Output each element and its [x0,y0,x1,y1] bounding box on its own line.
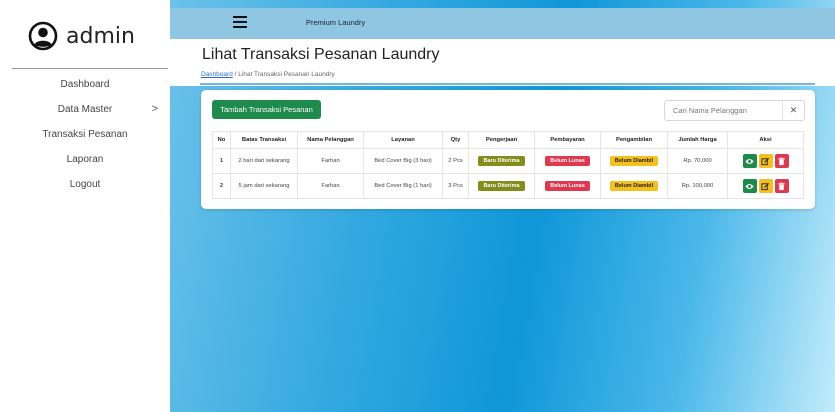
app-root: admin Dashboard Data Master > Transaksi … [0,0,835,412]
cell-pembayaran: Belum Lunas [534,148,601,174]
cell-harga: Rp. 100,000 [667,173,728,199]
sidebar-item-dashboard[interactable]: Dashboard [0,72,170,97]
sidebar-item-transaksi-pesanan[interactable]: Transaksi Pesanan [0,122,170,147]
sidebar-nav: Dashboard Data Master > Transaksi Pesana… [0,72,170,197]
edit-icon [761,182,770,190]
sidebar-item-logout[interactable]: Logout [0,172,170,197]
cell-nama: Farhan [297,148,364,174]
status-badge[interactable]: Belum Diambil [609,181,659,191]
transactions-card: Tambah Transaksi Pesanan ✕ No Batas Tran… [201,90,815,209]
cell-qty: 3 Pcs [442,173,469,199]
close-icon[interactable]: ✕ [782,101,804,120]
cell-qty: 2 Pcs [442,148,469,174]
table-row: 1 2 hari dari sekarang Farhan Bed Cover … [212,148,804,174]
sidebar-item-label: Transaksi Pesanan [42,129,128,140]
cell-aksi [727,148,804,174]
cell-layanan: Bed Cover Big (1 hari) [363,173,443,199]
breadcrumb: Dashboard / Lihat Transaksi Pesanan Laun… [201,71,335,78]
breadcrumb-current: Lihat Transaksi Pesanan Laundry [238,71,335,78]
sidebar-item-label: Logout [69,179,101,190]
status-badge[interactable]: Baru Diterima [478,156,525,166]
status-badge[interactable]: Belum Lunas [545,181,590,191]
table-header-row: No Batas Transaksi Nama Pelanggan Layana… [212,131,804,149]
brand: admin [28,20,135,52]
chevron-right-icon: > [151,103,158,115]
user-circle-icon [28,21,58,51]
cell-pengambilan: Belum Diambil [600,148,668,174]
cell-batas: 2 hari dari sekarang [230,148,298,174]
column-header: Pengerjaan [468,131,535,149]
hamburger-icon[interactable] [233,16,247,28]
add-transaction-button[interactable]: Tambah Transaksi Pesanan [212,100,321,119]
title-underline [200,83,815,85]
trash-icon [778,157,785,165]
status-badge[interactable]: Belum Diambil [609,156,659,166]
column-header: Batas Transaksi [230,131,298,149]
breadcrumb-separator: / [234,71,237,78]
cell-pengerjaan: Baru Diterima [468,173,535,199]
cell-batas: 5 jam dari sekarang [230,173,298,199]
app-name: Premium Laundry [306,18,366,27]
cell-pengerjaan: Baru Diterima [468,148,535,174]
sidebar-item-data-master[interactable]: Data Master > [0,97,170,122]
sidebar-item-laporan[interactable]: Laporan [0,147,170,172]
column-header: Layanan [363,131,443,149]
column-header: Jumlah Harga [667,131,728,149]
transactions-table: No Batas Transaksi Nama Pelanggan Layana… [212,131,804,199]
column-header: Nama Pelanggan [297,131,364,149]
search-box: ✕ [664,100,805,121]
status-badge[interactable]: Belum Lunas [545,156,590,166]
status-badge[interactable]: Baru Diterima [478,181,525,191]
column-header: No [212,131,231,149]
delete-button[interactable] [774,154,789,168]
column-header: Qty [442,131,469,149]
cell-layanan: Bed Cover Big (3 hari) [363,148,443,174]
brand-name: admin [66,23,135,49]
sidebar-item-label: Dashboard [60,79,110,90]
cell-pengambilan: Belum Diambil [600,173,668,199]
page-title: Lihat Transaksi Pesanan Laundry [202,46,440,63]
sidebar-divider [12,68,168,69]
view-button[interactable] [742,154,757,168]
edit-icon [761,157,770,165]
edit-button[interactable] [758,154,773,168]
cell-no: 1 [212,148,231,174]
column-header: Aksi [727,131,804,149]
cell-nama: Farhan [297,173,364,199]
edit-button[interactable] [758,179,773,193]
sidebar: admin Dashboard Data Master > Transaksi … [0,0,170,412]
cell-pembayaran: Belum Lunas [534,173,601,199]
table-row: 2 5 jam dari sekarang Farhan Bed Cover B… [212,173,804,199]
eye-icon [745,158,754,164]
breadcrumb-link-dashboard[interactable]: Dashboard [201,71,233,78]
sidebar-item-label: Data Master [57,104,113,115]
cell-no: 2 [212,173,231,199]
column-header: Pembayaran [534,131,601,149]
search-input[interactable] [665,101,780,120]
cell-aksi [727,173,804,199]
column-header: Pengambilan [600,131,668,149]
cell-harga: Rp. 70,000 [667,148,728,174]
view-button[interactable] [742,179,757,193]
sidebar-item-label: Laporan [66,154,104,165]
topbar: Premium Laundry [170,8,835,39]
eye-icon [745,183,754,189]
trash-icon [778,182,785,190]
delete-button[interactable] [774,179,789,193]
